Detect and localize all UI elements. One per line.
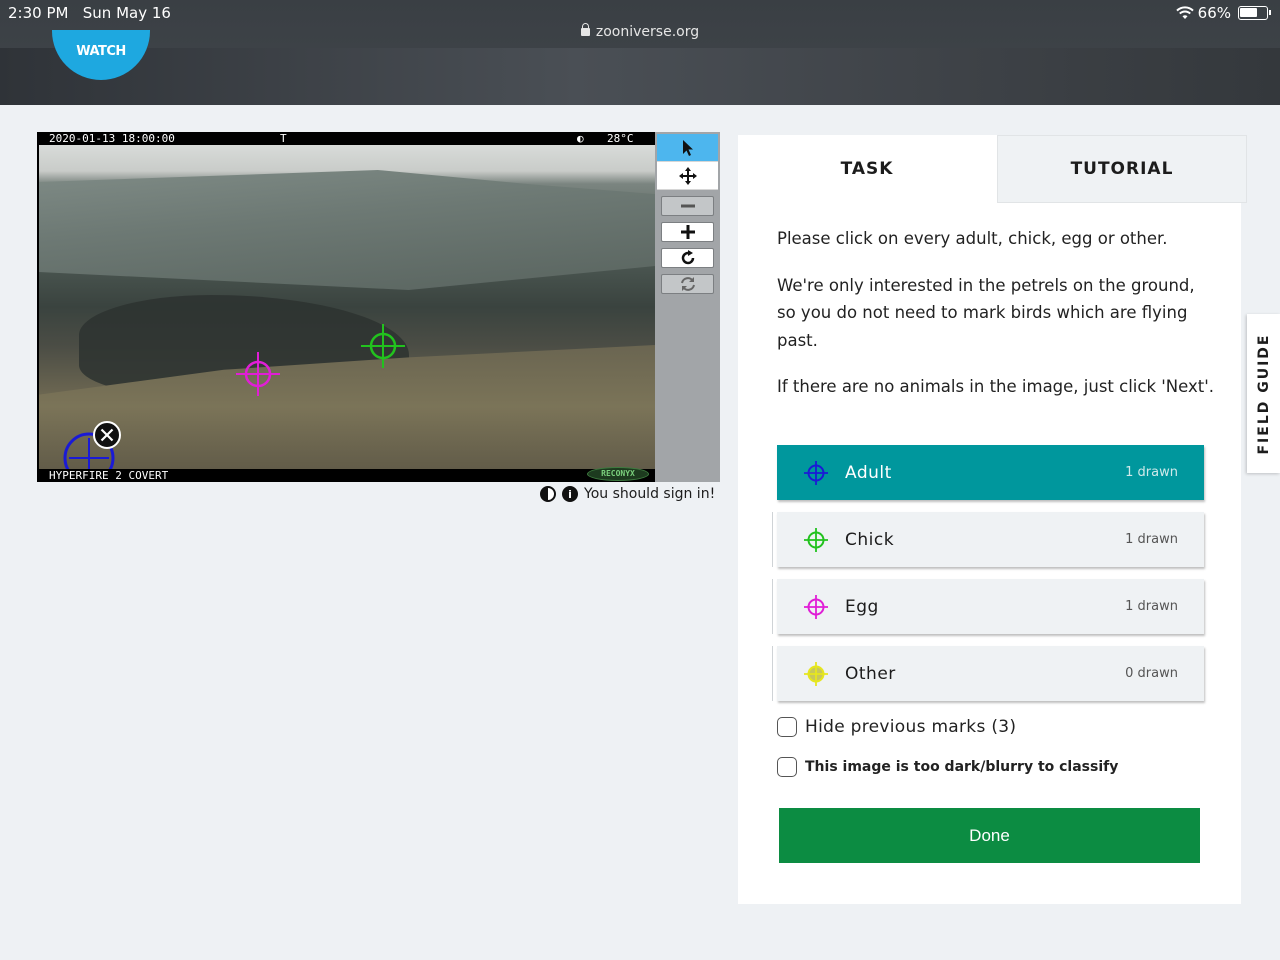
egg-mark[interactable] xyxy=(234,350,282,398)
status-indicators: 66% xyxy=(1175,4,1271,22)
task-panel: TASK TUTORIAL Please click on every adul… xyxy=(738,135,1247,904)
chick-mark[interactable] xyxy=(359,322,407,370)
status-time: 2:30 PM Sun May 16 xyxy=(8,4,171,22)
answer-chick[interactable]: Chick 1 drawn xyxy=(777,512,1204,567)
viewer-meta: i You should sign in! xyxy=(540,486,715,502)
camera-model: HYPERFIRE 2 COVERT xyxy=(49,469,169,482)
instruction-text: If there are no animals in the image, ju… xyxy=(777,377,1215,396)
crosshair-icon xyxy=(804,527,828,552)
field-guide-tab[interactable]: FIELD GUIDE xyxy=(1247,314,1280,473)
crosshair-icon xyxy=(804,594,828,619)
instruction-text: Please click on every adult, chick, egg … xyxy=(777,229,1168,248)
too-dark-option[interactable]: This image is too dark/blurry to classif… xyxy=(777,757,1118,777)
reset-button[interactable] xyxy=(661,274,714,294)
crosshair-icon xyxy=(804,661,828,686)
answer-divider xyxy=(772,579,773,634)
camera-trap-image[interactable] xyxy=(39,145,655,469)
camera-info-bar: 2020-01-13 18:00:00 T ◐ 28°C xyxy=(37,132,655,145)
answer-label: Egg xyxy=(845,596,879,617)
answer-adult[interactable]: Adult 1 drawn xyxy=(777,445,1204,500)
camera-timestamp: 2020-01-13 18:00:00 xyxy=(49,132,175,145)
answer-label: Other xyxy=(845,663,896,684)
answer-divider xyxy=(772,646,773,701)
field-guide-label: FIELD GUIDE xyxy=(1255,332,1272,455)
answer-label: Chick xyxy=(845,529,895,550)
done-button[interactable]: Done xyxy=(779,808,1200,863)
reconyx-logo: RECONYX xyxy=(587,467,649,481)
close-icon xyxy=(93,421,121,449)
task-instructions: Please click on every adult, chick, egg … xyxy=(777,225,1217,420)
invert-icon[interactable] xyxy=(540,486,556,502)
reset-icon xyxy=(680,277,695,291)
instruction-text: We're only interested in the petrels on … xyxy=(777,275,1195,350)
pointer-icon xyxy=(682,139,693,156)
tab-tutorial[interactable]: TUTORIAL xyxy=(997,135,1247,203)
answer-divider xyxy=(772,512,773,567)
delete-mark-button[interactable] xyxy=(92,420,122,450)
answer-count: 1 drawn xyxy=(1125,599,1178,614)
answer-label: Adult xyxy=(845,462,892,483)
site-hero xyxy=(0,48,1280,105)
hide-marks-checkbox[interactable] xyxy=(777,717,797,737)
minus-icon xyxy=(680,204,695,208)
battery-icon xyxy=(1238,6,1271,20)
answer-other[interactable]: Other 0 drawn xyxy=(777,646,1204,701)
logo-text: WATCH xyxy=(76,44,126,59)
tab-task[interactable]: TASK xyxy=(738,135,996,203)
crosshair-icon xyxy=(804,460,828,485)
browser-chrome: WATCH 2:30 PM Sun May 16 66% zooniverse.… xyxy=(0,0,1280,105)
date: Sun May 16 xyxy=(82,4,171,22)
subject-viewer: 2020-01-13 18:00:00 T ◐ 28°C HYPERFIRE 2… xyxy=(37,132,720,482)
zoom-out-button[interactable] xyxy=(661,196,714,216)
rotate-button[interactable] xyxy=(661,248,714,268)
viewer-toolbar xyxy=(655,132,720,482)
hide-marks-label: Hide previous marks (3) xyxy=(805,717,1017,737)
camera-model-bar: HYPERFIRE 2 COVERT RECONYX xyxy=(37,467,655,482)
battery-percent: 66% xyxy=(1197,4,1231,22)
answer-count: 1 drawn xyxy=(1125,532,1178,547)
move-tool-button[interactable] xyxy=(657,162,718,190)
too-dark-label: This image is too dark/blurry to classif… xyxy=(805,759,1119,775)
rotate-icon xyxy=(681,250,694,265)
url-text: zooniverse.org xyxy=(595,24,700,40)
wifi-icon xyxy=(1175,6,1194,19)
hide-marks-option[interactable]: Hide previous marks (3) xyxy=(777,717,1016,737)
zoom-in-button[interactable] xyxy=(661,222,714,242)
info-icon[interactable]: i xyxy=(562,486,578,502)
too-dark-checkbox[interactable] xyxy=(777,757,797,777)
task-tabs: TASK TUTORIAL xyxy=(738,135,1248,203)
plus-icon xyxy=(680,225,695,239)
sign-in-notice: You should sign in! xyxy=(584,486,716,502)
answer-count: 1 drawn xyxy=(1125,465,1178,480)
reconyx-text: RECONYX xyxy=(601,469,635,478)
camera-temperature: 28°C xyxy=(607,132,634,145)
lock-icon xyxy=(580,23,590,36)
move-icon xyxy=(678,166,697,185)
address-bar[interactable]: zooniverse.org xyxy=(0,23,1280,40)
moon-icon: ◐ xyxy=(577,132,584,145)
rock-ledge xyxy=(39,170,655,290)
answer-egg[interactable]: Egg 1 drawn xyxy=(777,579,1204,634)
annotate-tool-button[interactable] xyxy=(657,134,718,162)
camera-flag: T xyxy=(280,132,287,145)
clock: 2:30 PM xyxy=(8,4,69,22)
answer-count: 0 drawn xyxy=(1125,666,1178,681)
